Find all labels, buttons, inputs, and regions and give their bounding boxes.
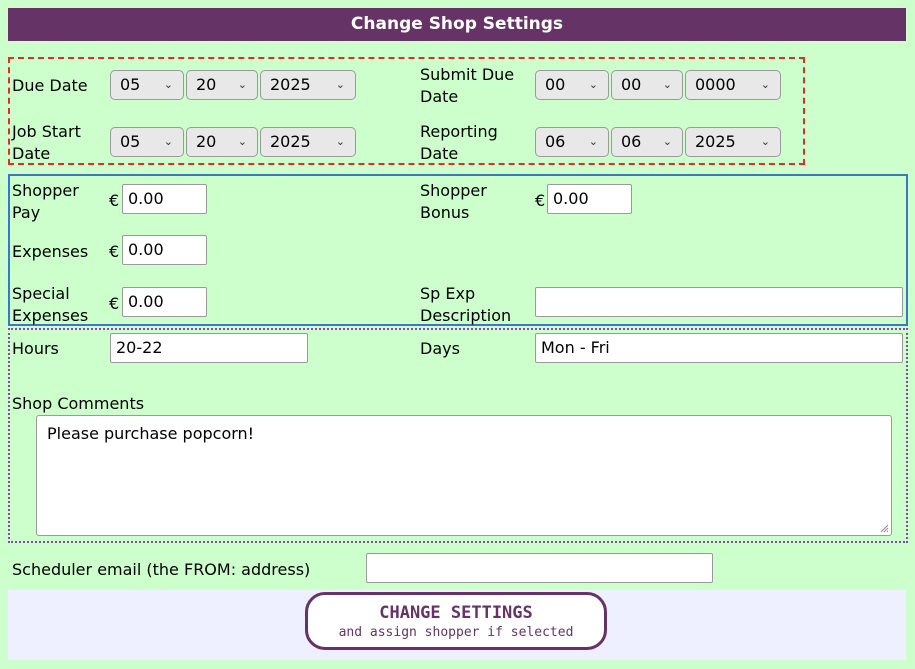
job-start-date-label-2: Date — [12, 144, 51, 163]
due-date-year-select[interactable]: 2025 ⌄ — [260, 70, 356, 100]
shopper-bonus-input[interactable]: 0.00 — [547, 184, 632, 214]
due-date-day-value: 20 — [196, 75, 217, 94]
chevron-down-icon: ⌄ — [163, 78, 173, 91]
sp-exp-description-input[interactable] — [535, 287, 903, 317]
due-date-year-value: 2025 — [270, 75, 311, 94]
submit-due-day-select[interactable]: 00 ⌄ — [611, 70, 683, 100]
chevron-down-icon: ⌄ — [588, 78, 598, 91]
chevron-down-icon: ⌄ — [588, 135, 598, 148]
shopper-bonus-label-2: Bonus — [420, 203, 470, 222]
due-date-month-value: 05 — [120, 75, 141, 94]
chevron-down-icon: ⌄ — [335, 78, 345, 91]
euro-icon: € — [109, 294, 120, 313]
shopper-bonus-label-1: Shopper — [420, 181, 487, 200]
euro-icon: € — [109, 191, 120, 210]
scheduler-email-label: Scheduler email (the FROM: address) — [12, 560, 311, 579]
special-expenses-label-2: Expenses — [12, 306, 89, 325]
job-start-day-value: 20 — [196, 132, 217, 151]
change-settings-button-line2: and assign shopper if selected — [338, 625, 574, 640]
resize-grip-icon[interactable] — [879, 523, 889, 533]
job-start-date-label-1: Job Start — [12, 122, 81, 141]
reporting-day-select[interactable]: 06 ⌄ — [611, 127, 683, 157]
chevron-down-icon: ⌄ — [662, 78, 672, 91]
reporting-year-select[interactable]: 2025 ⌄ — [685, 127, 781, 157]
chevron-down-icon: ⌄ — [335, 135, 345, 148]
change-settings-button-line1: CHANGE SETTINGS — [379, 603, 533, 623]
submit-due-day-value: 00 — [621, 75, 642, 94]
due-date-day-select[interactable]: 20 ⌄ — [186, 70, 258, 100]
shopper-pay-label-1: Shopper — [12, 181, 79, 200]
shopper-pay-label-2: Pay — [12, 203, 41, 222]
expenses-input[interactable]: 0.00 — [122, 235, 207, 265]
euro-icon: € — [109, 242, 120, 261]
reporting-date-label-1: Reporting — [420, 122, 498, 141]
job-start-year-select[interactable]: 2025 ⌄ — [260, 127, 356, 157]
job-start-month-select[interactable]: 05 ⌄ — [110, 127, 184, 157]
submit-due-date-label-1: Submit Due — [420, 65, 515, 84]
euro-icon: € — [535, 191, 546, 210]
chevron-down-icon: ⌄ — [237, 135, 247, 148]
page-title: Change Shop Settings — [8, 8, 906, 41]
sp-exp-description-label-1: Sp Exp — [420, 284, 476, 303]
submit-due-month-select[interactable]: 00 ⌄ — [535, 70, 609, 100]
shop-comments-label: Shop Comments — [12, 394, 145, 413]
days-label: Days — [420, 339, 460, 358]
change-settings-button[interactable]: CHANGE SETTINGS and assign shopper if se… — [305, 592, 607, 650]
expenses-label: Expenses — [12, 242, 89, 261]
shop-comments-text: Please purchase popcorn! — [47, 424, 255, 443]
special-expenses-input[interactable]: 0.00 — [122, 287, 207, 317]
job-start-month-value: 05 — [120, 132, 141, 151]
chevron-down-icon: ⌄ — [163, 135, 173, 148]
scheduler-email-input[interactable] — [366, 553, 713, 583]
days-input[interactable]: Mon - Fri — [535, 333, 903, 363]
submit-due-month-value: 00 — [545, 75, 566, 94]
reporting-day-value: 06 — [621, 132, 642, 151]
job-start-day-select[interactable]: 20 ⌄ — [186, 127, 258, 157]
due-date-label: Due Date — [12, 76, 88, 95]
reporting-month-select[interactable]: 06 ⌄ — [535, 127, 609, 157]
hours-input[interactable]: 20-22 — [110, 333, 308, 363]
chevron-down-icon: ⌄ — [237, 78, 247, 91]
job-start-year-value: 2025 — [270, 132, 311, 151]
submit-due-year-select[interactable]: 0000 ⌄ — [685, 70, 781, 100]
reporting-date-label-2: Date — [420, 144, 459, 163]
special-expenses-label-1: Special — [12, 284, 70, 303]
sp-exp-description-label-2: Description — [420, 306, 512, 325]
shopper-pay-input[interactable]: 0.00 — [122, 184, 207, 214]
reporting-year-value: 2025 — [695, 132, 736, 151]
due-date-month-select[interactable]: 05 ⌄ — [110, 70, 184, 100]
submit-due-date-label-2: Date — [420, 87, 459, 106]
chevron-down-icon: ⌄ — [760, 135, 770, 148]
chevron-down-icon: ⌄ — [662, 135, 672, 148]
shop-comments-textarea[interactable]: Please purchase popcorn! — [36, 415, 892, 536]
reporting-month-value: 06 — [545, 132, 566, 151]
chevron-down-icon: ⌄ — [760, 78, 770, 91]
submit-due-year-value: 0000 — [695, 75, 736, 94]
hours-label: Hours — [12, 339, 59, 358]
